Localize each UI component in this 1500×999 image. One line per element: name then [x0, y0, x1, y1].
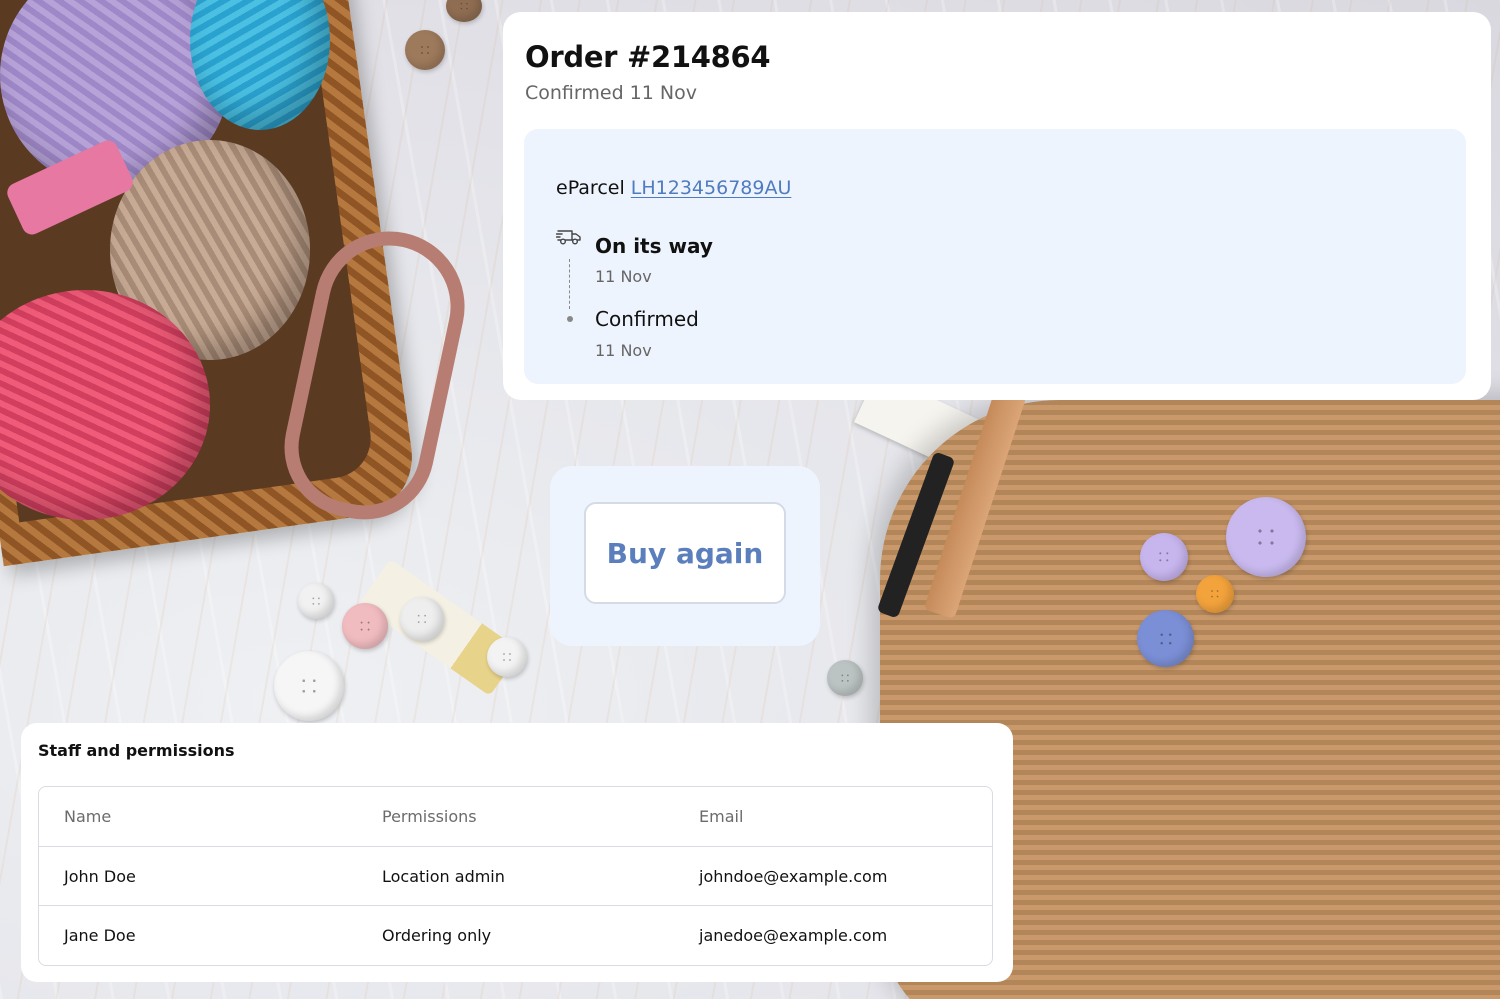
- staff-permissions: Location admin: [382, 866, 505, 886]
- carrier-line: eParcel LH123456789AU: [556, 177, 791, 199]
- staff-permissions-card: Staff and permissions Name Permissions E…: [21, 723, 1013, 982]
- staff-table: Name Permissions Email John Doe Location…: [38, 786, 993, 966]
- column-header-email: Email: [699, 807, 744, 826]
- dot-icon: [567, 316, 573, 322]
- column-header-permissions: Permissions: [382, 807, 477, 826]
- staff-name: John Doe: [64, 866, 136, 886]
- carrier-name: eParcel: [556, 177, 625, 199]
- table-header-row: Name Permissions Email: [39, 787, 992, 847]
- timeline-event-title: On its way: [595, 234, 713, 258]
- timeline-event-date: 11 Nov: [595, 341, 652, 360]
- order-subtitle: Confirmed 11 Nov: [525, 82, 697, 104]
- staff-email: johndoe@example.com: [699, 866, 888, 886]
- shipment-panel: eParcel LH123456789AU On its way 11 Nov …: [524, 129, 1466, 384]
- table-row[interactable]: John Doe Location admin johndoe@example.…: [39, 847, 992, 906]
- timeline-connector: [569, 259, 570, 309]
- timeline-event-title: Confirmed: [595, 307, 699, 331]
- buy-again-card: Buy again: [550, 466, 820, 646]
- staff-title: Staff and permissions: [38, 741, 235, 760]
- column-header-name: Name: [64, 807, 112, 826]
- timeline-event-date: 11 Nov: [595, 267, 652, 286]
- tracking-link[interactable]: LH123456789AU: [631, 177, 792, 199]
- table-row[interactable]: Jane Doe Ordering only janedoe@example.c…: [39, 906, 992, 965]
- staff-name: Jane Doe: [64, 926, 136, 945]
- staff-email: janedoe@example.com: [699, 926, 888, 945]
- buy-again-button[interactable]: Buy again: [584, 502, 786, 604]
- order-title: Order #214864: [525, 40, 771, 74]
- truck-icon: [556, 230, 581, 245]
- staff-permissions: Ordering only: [382, 926, 492, 945]
- order-card: Order #214864 Confirmed 11 Nov eParcel L…: [503, 12, 1491, 400]
